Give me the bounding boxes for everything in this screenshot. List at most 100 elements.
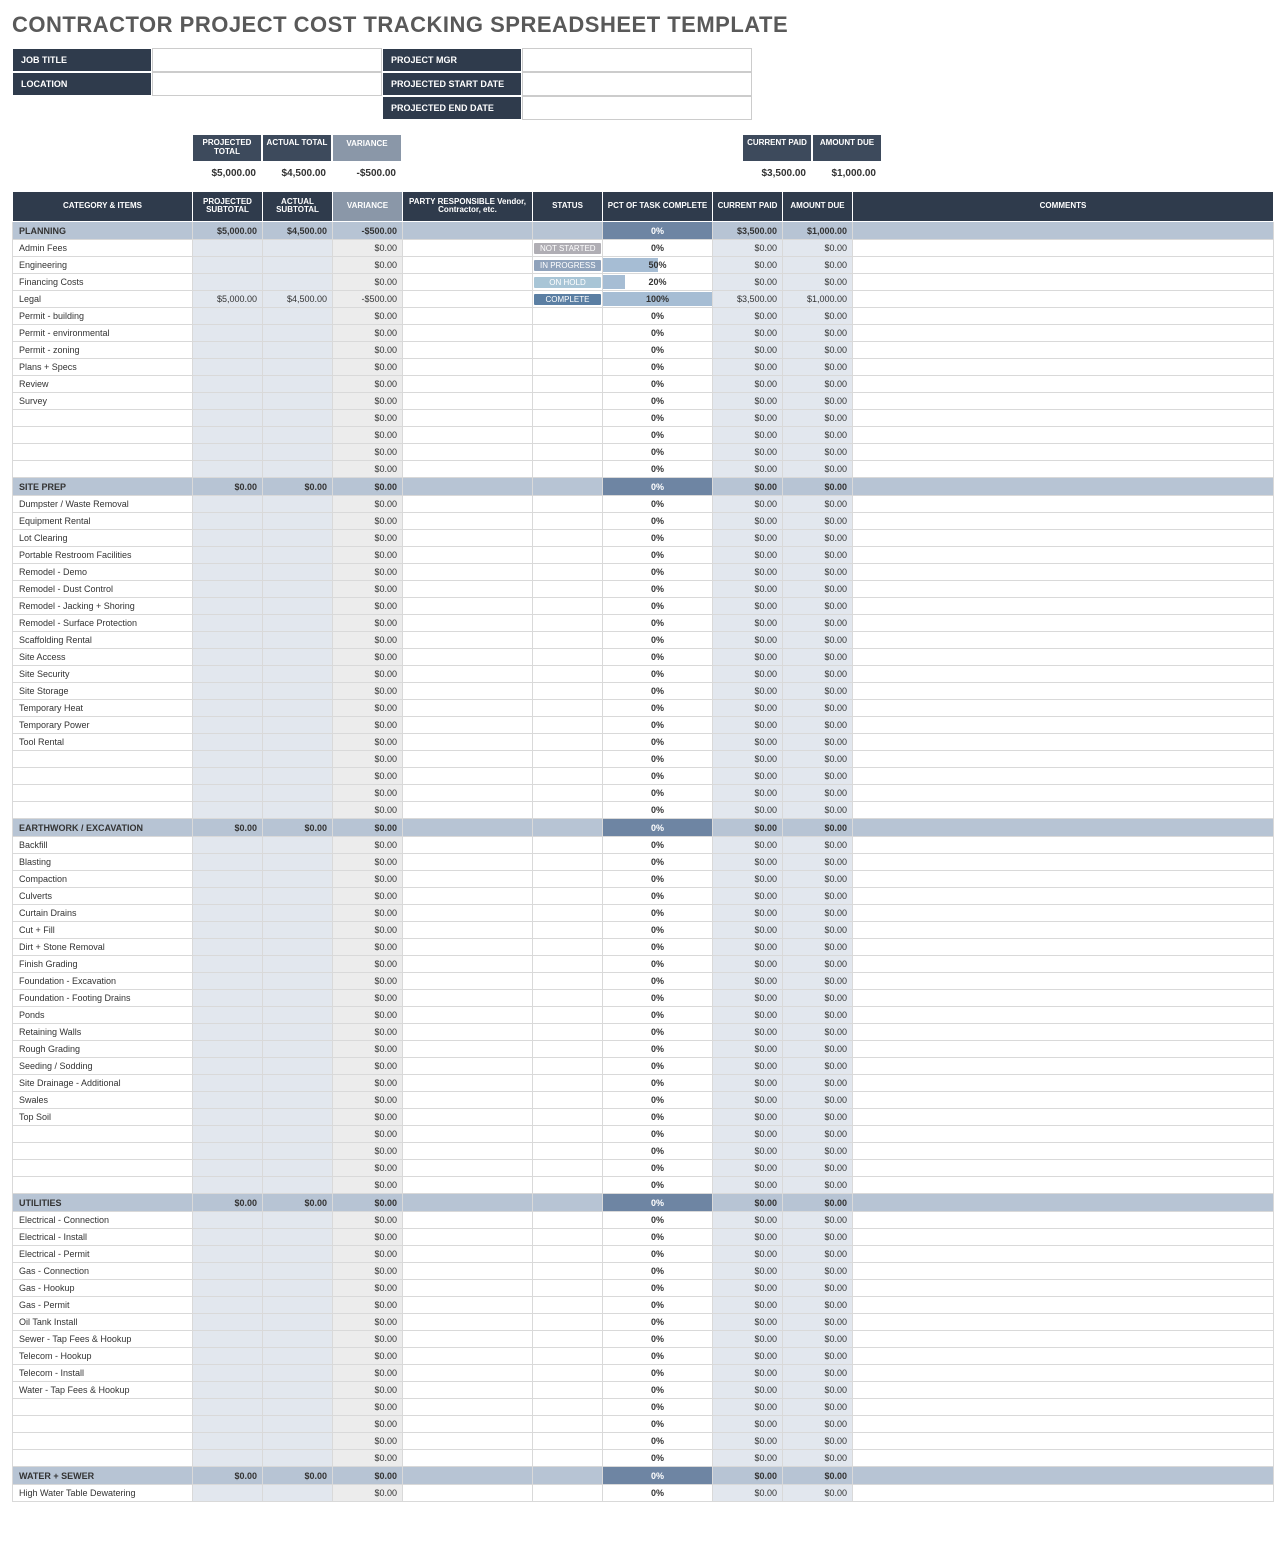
item-comments[interactable] xyxy=(853,785,1274,802)
item-projected[interactable] xyxy=(193,1007,263,1024)
item-comments[interactable] xyxy=(853,1314,1274,1331)
item-comments[interactable] xyxy=(853,683,1274,700)
item-status[interactable]: IN PROGRESS xyxy=(533,257,603,274)
item-comments[interactable] xyxy=(853,547,1274,564)
item-comments[interactable] xyxy=(853,308,1274,325)
item-comments[interactable] xyxy=(853,1331,1274,1348)
item-name[interactable]: Remodel - Jacking + Shoring xyxy=(13,598,193,615)
item-pct[interactable]: 0% xyxy=(603,734,713,751)
item-name[interactable] xyxy=(13,444,193,461)
item-comments[interactable] xyxy=(853,973,1274,990)
item-actual[interactable] xyxy=(263,1143,333,1160)
item-party[interactable] xyxy=(403,837,533,854)
item-party[interactable] xyxy=(403,1212,533,1229)
item-name[interactable]: Foundation - Footing Drains xyxy=(13,990,193,1007)
item-projected[interactable] xyxy=(193,1314,263,1331)
item-party[interactable] xyxy=(403,1297,533,1314)
item-projected[interactable] xyxy=(193,274,263,291)
item-pct[interactable]: 0% xyxy=(603,1365,713,1382)
item-projected[interactable] xyxy=(193,768,263,785)
item-projected[interactable] xyxy=(193,547,263,564)
item-name[interactable]: Financing Costs xyxy=(13,274,193,291)
item-name[interactable]: Cut + Fill xyxy=(13,922,193,939)
item-name[interactable]: Equipment Rental xyxy=(13,513,193,530)
item-status[interactable] xyxy=(533,973,603,990)
item-pct[interactable]: 0% xyxy=(603,1263,713,1280)
item-paid[interactable]: $0.00 xyxy=(713,1126,783,1143)
item-actual[interactable] xyxy=(263,240,333,257)
item-paid[interactable]: $0.00 xyxy=(713,1450,783,1467)
item-name[interactable]: Water - Tap Fees & Hookup xyxy=(13,1382,193,1399)
item-projected[interactable] xyxy=(193,1433,263,1450)
item-comments[interactable] xyxy=(853,615,1274,632)
item-pct[interactable]: 0% xyxy=(603,1092,713,1109)
item-status[interactable] xyxy=(533,444,603,461)
item-projected[interactable] xyxy=(193,1263,263,1280)
item-status[interactable] xyxy=(533,905,603,922)
item-comments[interactable] xyxy=(853,530,1274,547)
item-party[interactable] xyxy=(403,1485,533,1502)
item-status[interactable] xyxy=(533,990,603,1007)
item-actual[interactable] xyxy=(263,376,333,393)
item-projected[interactable] xyxy=(193,1024,263,1041)
item-pct[interactable]: 0% xyxy=(603,1348,713,1365)
item-projected[interactable] xyxy=(193,564,263,581)
item-status[interactable] xyxy=(533,615,603,632)
item-actual[interactable] xyxy=(263,598,333,615)
item-actual[interactable] xyxy=(263,1109,333,1126)
item-party[interactable] xyxy=(403,1041,533,1058)
item-comments[interactable] xyxy=(853,1143,1274,1160)
item-projected[interactable] xyxy=(193,973,263,990)
item-paid[interactable]: $0.00 xyxy=(713,513,783,530)
item-party[interactable] xyxy=(403,547,533,564)
item-name[interactable] xyxy=(13,768,193,785)
item-projected[interactable] xyxy=(193,717,263,734)
item-party[interactable] xyxy=(403,444,533,461)
item-pct[interactable]: 0% xyxy=(603,1314,713,1331)
item-paid[interactable]: $0.00 xyxy=(713,359,783,376)
item-actual[interactable] xyxy=(263,564,333,581)
item-paid[interactable]: $0.00 xyxy=(713,888,783,905)
item-status[interactable] xyxy=(533,1382,603,1399)
item-comments[interactable] xyxy=(853,1229,1274,1246)
item-paid[interactable]: $0.00 xyxy=(713,649,783,666)
item-name[interactable]: Gas - Connection xyxy=(13,1263,193,1280)
item-projected[interactable] xyxy=(193,734,263,751)
item-projected[interactable] xyxy=(193,751,263,768)
item-actual[interactable] xyxy=(263,939,333,956)
item-actual[interactable] xyxy=(263,1365,333,1382)
item-actual[interactable] xyxy=(263,990,333,1007)
item-status[interactable] xyxy=(533,1007,603,1024)
item-projected[interactable] xyxy=(193,257,263,274)
item-name[interactable]: Telecom - Install xyxy=(13,1365,193,1382)
item-actual[interactable] xyxy=(263,1399,333,1416)
item-party[interactable] xyxy=(403,1331,533,1348)
item-name[interactable] xyxy=(13,1126,193,1143)
item-pct[interactable]: 0% xyxy=(603,1024,713,1041)
item-name[interactable]: Dirt + Stone Removal xyxy=(13,939,193,956)
item-actual[interactable] xyxy=(263,802,333,819)
item-actual[interactable]: $4,500.00 xyxy=(263,291,333,308)
item-comments[interactable] xyxy=(853,1041,1274,1058)
item-status[interactable] xyxy=(533,768,603,785)
item-status[interactable] xyxy=(533,717,603,734)
item-projected[interactable] xyxy=(193,1450,263,1467)
item-projected[interactable] xyxy=(193,837,263,854)
item-name[interactable]: Swales xyxy=(13,1092,193,1109)
item-projected[interactable] xyxy=(193,240,263,257)
item-status[interactable] xyxy=(533,342,603,359)
item-actual[interactable] xyxy=(263,342,333,359)
item-paid[interactable]: $0.00 xyxy=(713,1382,783,1399)
item-party[interactable] xyxy=(403,1246,533,1263)
item-paid[interactable]: $0.00 xyxy=(713,700,783,717)
item-comments[interactable] xyxy=(853,240,1274,257)
item-actual[interactable] xyxy=(263,956,333,973)
item-actual[interactable] xyxy=(263,1229,333,1246)
item-comments[interactable] xyxy=(853,598,1274,615)
item-pct[interactable]: 0% xyxy=(603,461,713,478)
item-party[interactable] xyxy=(403,240,533,257)
item-comments[interactable] xyxy=(853,1399,1274,1416)
item-actual[interactable] xyxy=(263,1092,333,1109)
item-comments[interactable] xyxy=(853,922,1274,939)
item-name[interactable]: Review xyxy=(13,376,193,393)
